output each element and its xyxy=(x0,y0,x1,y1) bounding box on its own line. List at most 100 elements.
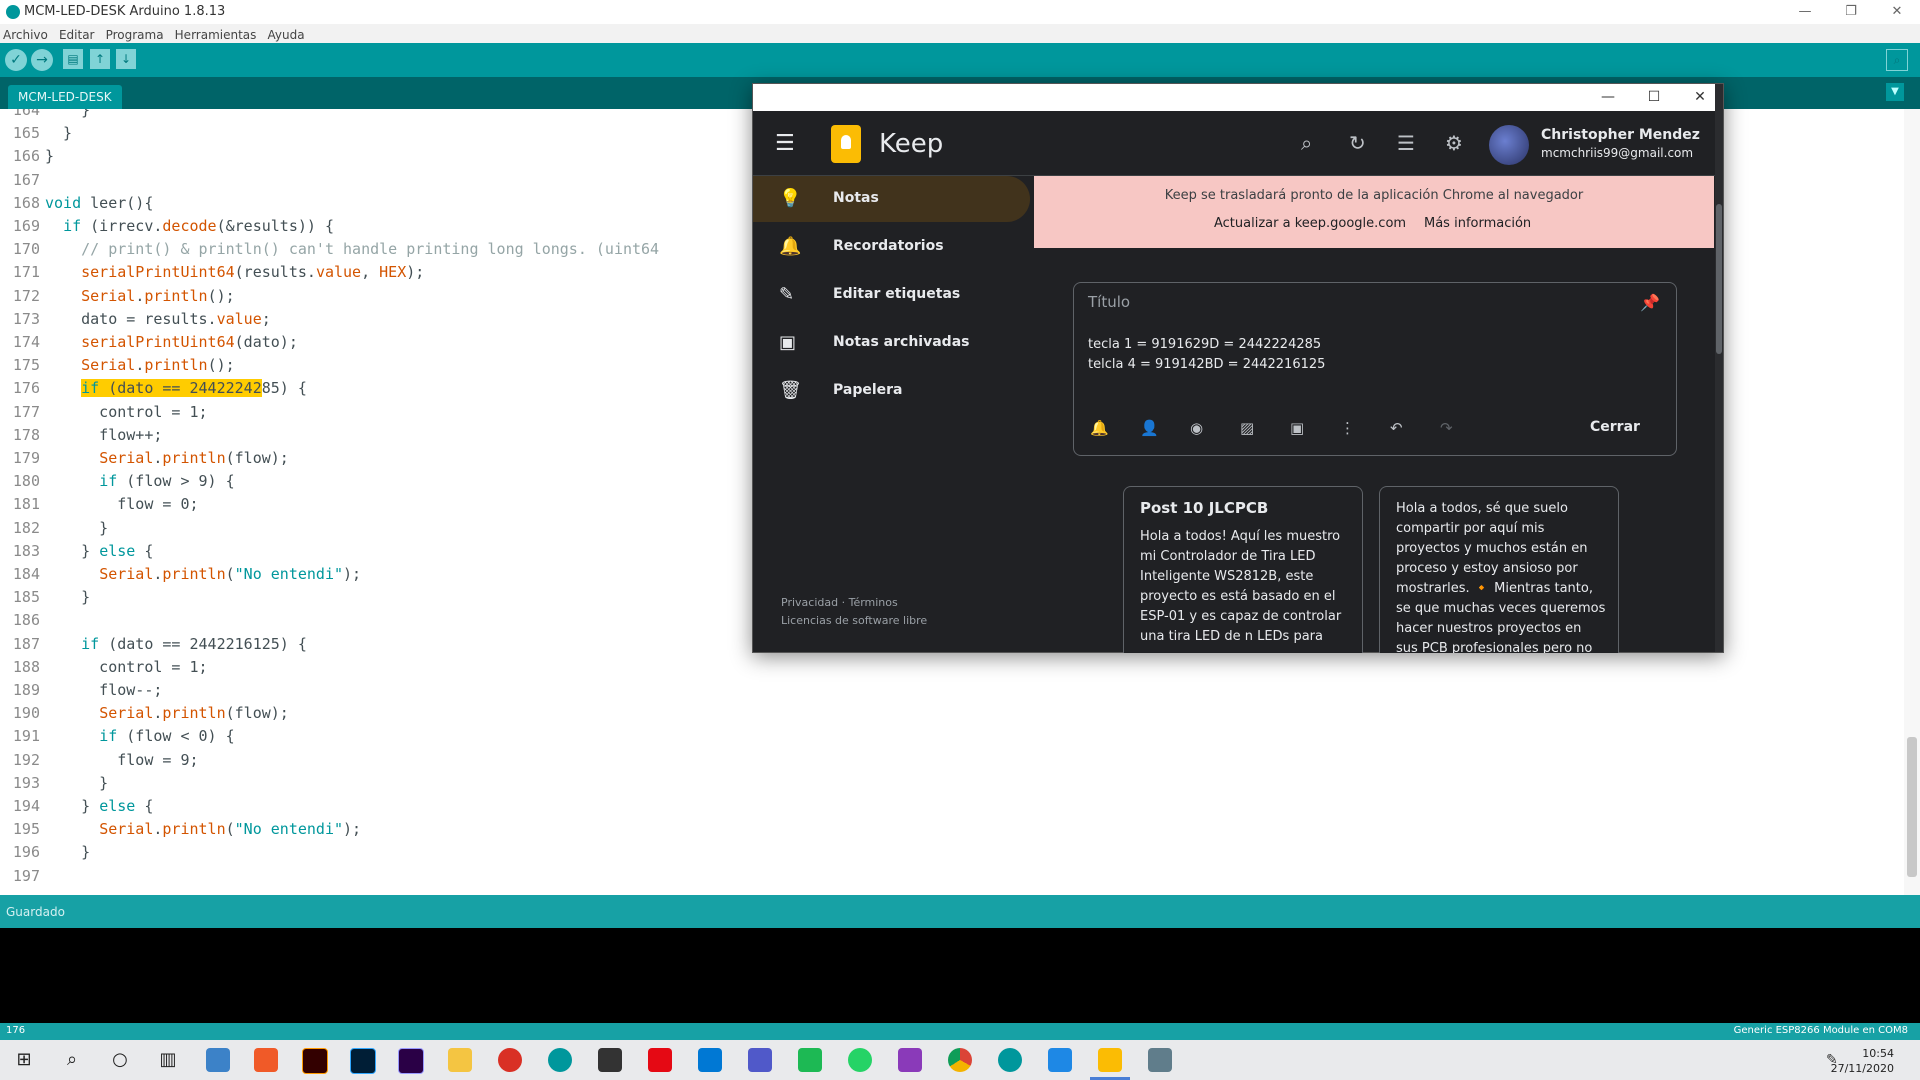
keep-taskbar-icon[interactable] xyxy=(1098,1048,1122,1072)
note-title-input[interactable]: Título xyxy=(1088,293,1130,311)
code-line[interactable]: // print() & println() can't handle prin… xyxy=(45,240,659,258)
code-line[interactable]: flow--; xyxy=(45,681,162,699)
code-line[interactable]: } xyxy=(45,109,90,119)
code-line[interactable]: if (flow < 0) { xyxy=(45,727,234,745)
app-icon-5[interactable] xyxy=(1048,1048,1072,1072)
task-view-icon[interactable]: ▥ xyxy=(156,1048,180,1072)
code-line[interactable]: control = 1; xyxy=(45,403,207,421)
calculator-icon[interactable] xyxy=(1148,1048,1172,1072)
code-line[interactable]: serialPrintUint64(results.value, HEX); xyxy=(45,263,424,281)
code-line[interactable]: dato = results.value; xyxy=(45,310,271,328)
code-line[interactable]: } xyxy=(45,147,54,165)
keep-maximize-button[interactable]: ☐ xyxy=(1631,84,1677,111)
more-vert-icon[interactable]: ⋮ xyxy=(1340,419,1355,437)
whatsapp-icon[interactable] xyxy=(848,1048,872,1072)
code-line[interactable]: } xyxy=(45,519,108,537)
search-icon[interactable]: ⌕ xyxy=(1301,131,1312,155)
open-sketch-icon[interactable]: ↑ xyxy=(90,49,110,69)
licenses-link[interactable]: Licencias de software libre xyxy=(781,614,927,627)
netflix-icon[interactable] xyxy=(648,1048,672,1072)
palette-icon[interactable]: ◉ xyxy=(1190,419,1203,437)
tab-menu-chevron-down-icon[interactable]: ▼ xyxy=(1886,83,1904,101)
code-line[interactable]: control = 1; xyxy=(45,658,207,676)
code-line[interactable]: Serial.println(flow); xyxy=(45,449,289,467)
keep-minimize-button[interactable]: — xyxy=(1585,84,1631,111)
nav-recordatorios[interactable]: 🔔 Recordatorios xyxy=(753,224,1030,270)
refresh-icon[interactable]: ↻ xyxy=(1349,131,1366,155)
menu-archivo[interactable]: Archivo xyxy=(0,26,51,44)
update-link[interactable]: Actualizar a keep.google.com xyxy=(1214,216,1406,231)
verify-icon[interactable]: ✓ xyxy=(5,49,27,71)
privacy-link[interactable]: Privacidad xyxy=(781,596,838,609)
restore-button[interactable]: ❐ xyxy=(1828,0,1874,24)
menu-editar[interactable]: Editar xyxy=(56,26,98,44)
cortana-icon[interactable]: ○ xyxy=(108,1048,132,1072)
note-card-2[interactable]: Hola a todos, sé que suelo compartir por… xyxy=(1379,486,1619,653)
main-menu-icon[interactable]: ☰ xyxy=(775,131,795,156)
list-view-icon[interactable]: ☰ xyxy=(1397,131,1415,155)
code-line[interactable]: if (flow > 9) { xyxy=(45,472,234,490)
start-windows-icon[interactable]: ⊞ xyxy=(12,1048,36,1072)
code-line[interactable]: flow++; xyxy=(45,426,162,444)
teams-icon[interactable] xyxy=(748,1048,772,1072)
illustrator-icon[interactable] xyxy=(302,1048,328,1074)
editor-scrollbar[interactable] xyxy=(1904,109,1920,895)
code-line[interactable]: flow = 0; xyxy=(45,495,198,513)
save-sketch-icon[interactable]: ↓ xyxy=(116,49,136,69)
code-line[interactable]: } else { xyxy=(45,797,153,815)
settings-gear-icon[interactable]: ⚙ xyxy=(1445,131,1463,155)
chrome-icon[interactable] xyxy=(948,1048,972,1072)
undo-icon[interactable]: ↶ xyxy=(1390,419,1403,437)
more-info-link[interactable]: Más información xyxy=(1424,216,1531,231)
premiere-icon[interactable] xyxy=(398,1048,424,1074)
code-line[interactable]: } xyxy=(45,774,108,792)
note-card-1[interactable]: Post 10 JLCPCB Hola a todos! Aquí les mu… xyxy=(1123,486,1363,653)
code-line[interactable]: void leer(){ xyxy=(45,194,153,212)
code-line[interactable]: if (dato == 2442224285) { xyxy=(45,379,307,398)
nav-papelera[interactable]: 🗑 Papelera xyxy=(753,368,1030,414)
file-explorer-icon[interactable] xyxy=(448,1048,472,1072)
code-line[interactable]: } xyxy=(45,124,72,142)
terms-link[interactable]: Términos xyxy=(849,596,898,609)
store-icon[interactable] xyxy=(598,1048,622,1072)
app-icon-3[interactable] xyxy=(498,1048,522,1072)
mail-icon[interactable] xyxy=(698,1048,722,1072)
avatar[interactable] xyxy=(1489,125,1529,165)
note-body-line-1[interactable]: tecla 1 = 9191629D = 2442224285 xyxy=(1088,337,1321,352)
close-button[interactable]: ✕ xyxy=(1874,0,1920,24)
code-line[interactable]: flow = 9; xyxy=(45,751,198,769)
menu-programa[interactable]: Programa xyxy=(103,26,167,44)
console-output[interactable] xyxy=(0,928,1920,1023)
code-line[interactable]: Serial.println("No entendi"); xyxy=(45,565,361,583)
code-line[interactable]: if (irrecv.decode(&results)) { xyxy=(45,217,334,235)
collaborator-icon[interactable]: 👤 xyxy=(1140,419,1159,437)
code-line[interactable]: serialPrintUint64(dato); xyxy=(45,333,298,351)
code-line[interactable]: Serial.println("No entendi"); xyxy=(45,820,361,838)
code-line[interactable]: Serial.println(flow); xyxy=(45,704,289,722)
code-line[interactable]: } xyxy=(45,843,90,861)
archive-note-icon[interactable]: ▣ xyxy=(1290,419,1304,437)
spotify-icon[interactable] xyxy=(798,1048,822,1072)
app-icon-2[interactable] xyxy=(254,1048,278,1072)
remind-bell-icon[interactable]: 🔔 xyxy=(1090,419,1109,437)
arduino-taskbar-icon[interactable] xyxy=(548,1048,572,1072)
nav-notas-archivadas[interactable]: ▣ Notas archivadas xyxy=(753,320,1030,366)
note-body-line-2[interactable]: telcla 4 = 919142BD = 2442216125 xyxy=(1088,357,1325,372)
tab-mcm-led-desk[interactable]: MCM-LED-DESK xyxy=(8,85,122,109)
upload-icon[interactable]: → xyxy=(31,49,53,71)
menu-herramientas[interactable]: Herramientas xyxy=(172,26,260,44)
minimize-button[interactable]: — xyxy=(1782,0,1828,24)
new-sketch-icon[interactable]: ▤ xyxy=(63,49,83,69)
menu-ayuda[interactable]: Ayuda xyxy=(265,26,308,44)
serial-monitor-icon[interactable]: ⌕ xyxy=(1886,49,1908,71)
image-icon[interactable]: ▨ xyxy=(1240,419,1254,437)
note-editor[interactable]: Título 📌 tecla 1 = 9191629D = 2442224285… xyxy=(1073,282,1677,456)
code-line[interactable]: } xyxy=(45,588,90,606)
photoshop-icon[interactable] xyxy=(350,1048,376,1074)
search-icon[interactable]: ⌕ xyxy=(60,1048,84,1072)
arduino-icon-2[interactable] xyxy=(998,1048,1022,1072)
pin-icon[interactable]: 📌 xyxy=(1640,293,1660,312)
clock[interactable]: 10:54 27/11/2020 xyxy=(1831,1046,1894,1076)
scrollbar-thumb[interactable] xyxy=(1907,737,1917,877)
app-icon-4[interactable] xyxy=(898,1048,922,1072)
